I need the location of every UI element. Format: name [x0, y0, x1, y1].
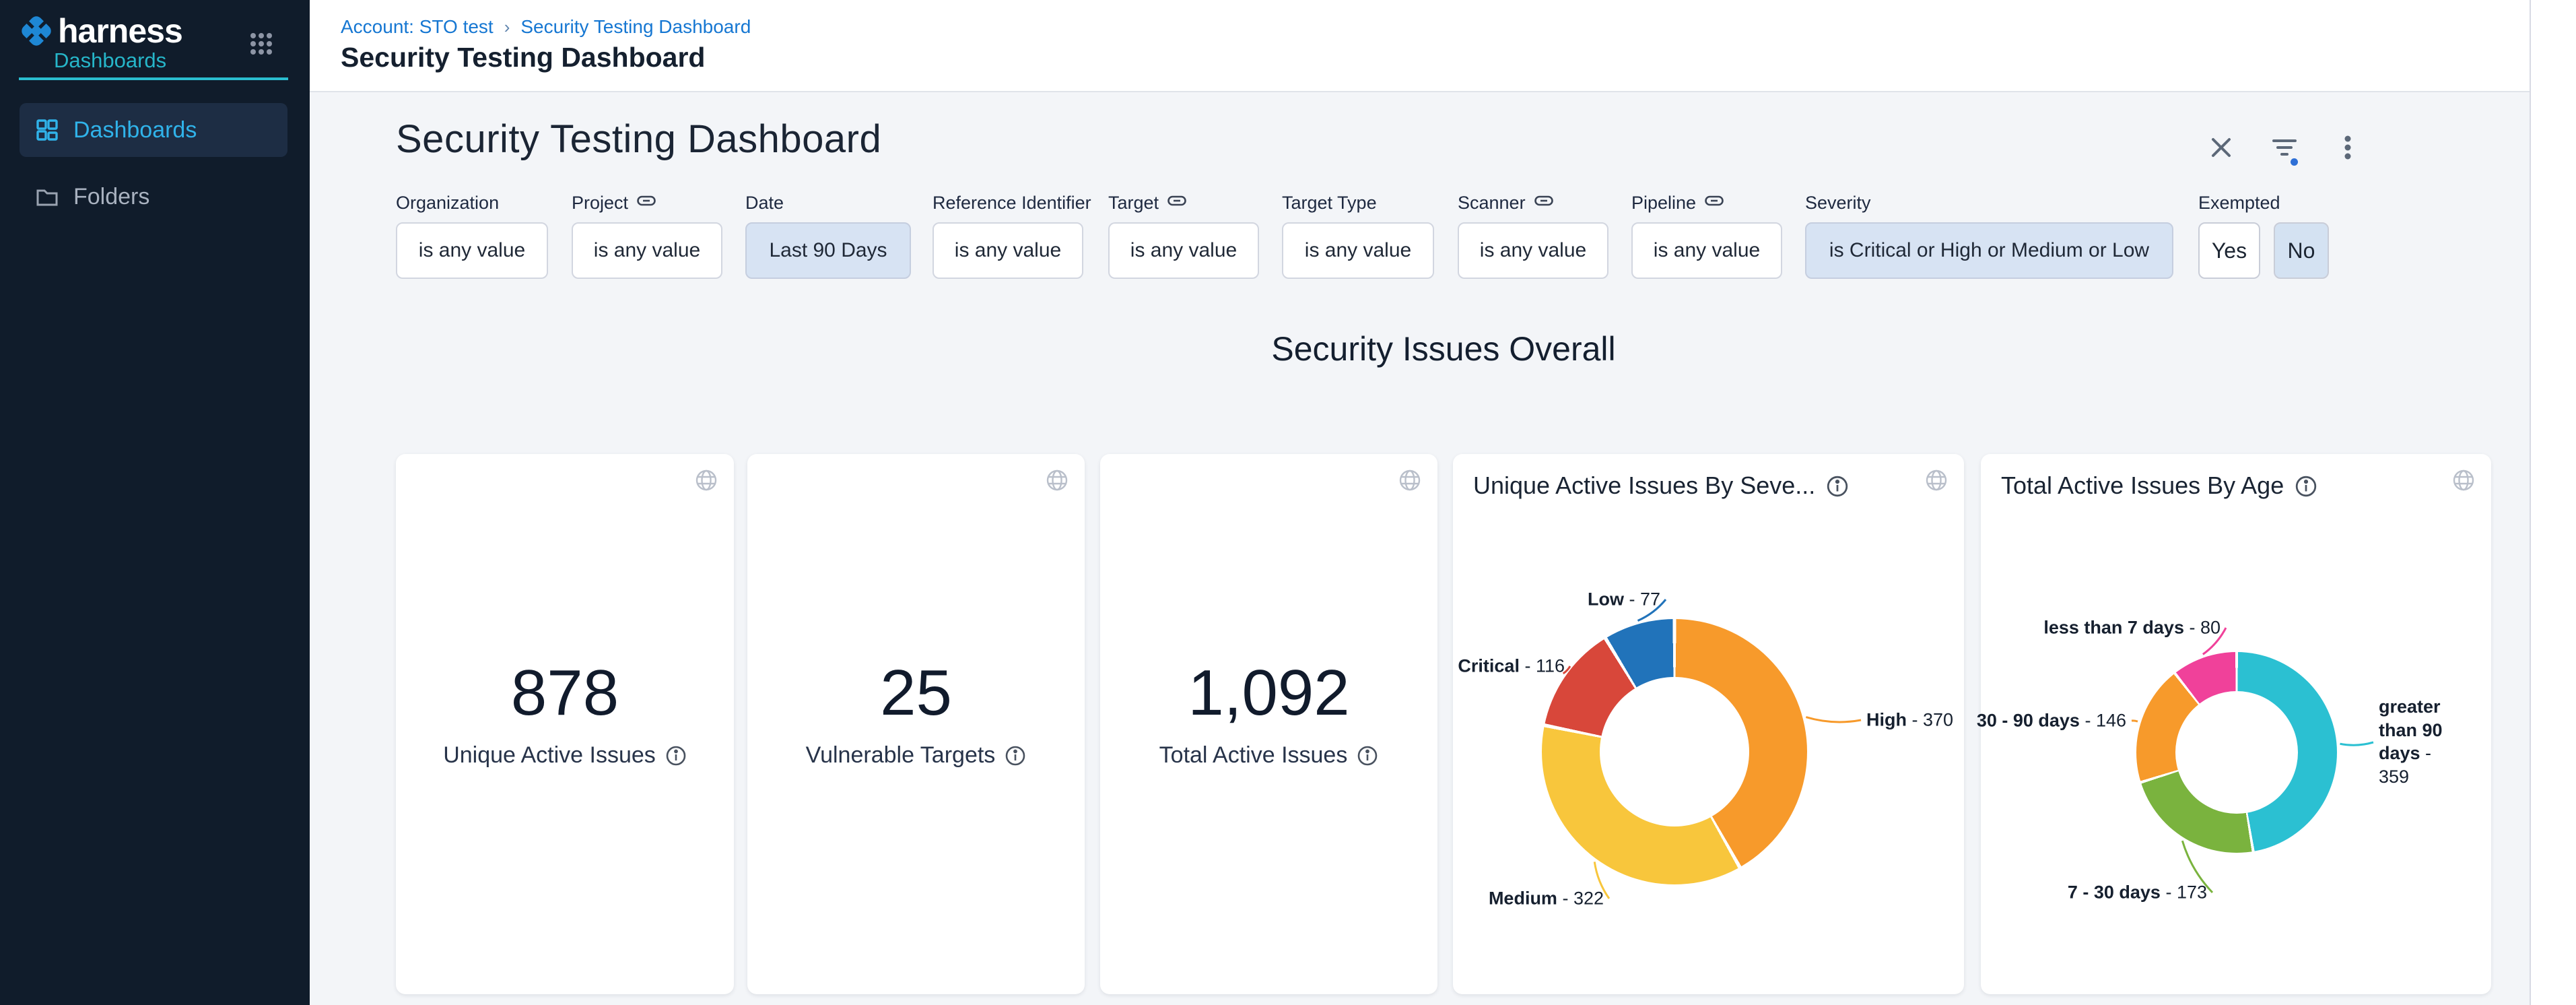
- cursor-dot: [2291, 158, 2298, 166]
- filter-label: Organization: [396, 192, 548, 214]
- stat-label: Unique Active Issues: [443, 742, 656, 769]
- filter-value-dropdown[interactable]: is any value: [396, 222, 548, 279]
- filter-label: Pipeline: [1631, 192, 1782, 214]
- chart-card-issues-by-severity: Unique Active Issues By Seve... High - 3…: [1453, 454, 1964, 994]
- breadcrumb-current-link[interactable]: Security Testing Dashboard: [520, 16, 751, 38]
- stat-label: Total Active Issues: [1159, 742, 1348, 769]
- chevron-right-icon: ›: [504, 17, 510, 38]
- filter-severity: Severity is Critical or High or Medium or…: [1805, 192, 2173, 279]
- filter-pipeline: Pipeline is any value: [1631, 192, 1782, 279]
- exempted-no-button[interactable]: No: [2274, 222, 2329, 279]
- filter-label: Target: [1108, 192, 1259, 214]
- section-title: Security Issues Overall: [396, 329, 2491, 368]
- filter-label: Date: [745, 192, 911, 214]
- header-title: Security Testing Dashboard: [341, 42, 705, 73]
- filter-label: Severity: [1805, 192, 2173, 214]
- link-icon: [1534, 191, 1554, 216]
- donut-slice-label: 7 - 30 days - 173: [2068, 882, 2207, 903]
- filter-value-dropdown[interactable]: Last 90 Days: [745, 222, 911, 279]
- breadcrumb-account-link[interactable]: Account: STO test: [341, 16, 494, 38]
- app-grid-icon[interactable]: [250, 32, 273, 55]
- stat-value: 878: [396, 656, 734, 730]
- close-icon[interactable]: [2208, 134, 2235, 161]
- donut-slice-label: High - 370: [1866, 710, 1953, 731]
- stat-value: 25: [747, 656, 1085, 730]
- sidebar-item-dashboards[interactable]: Dashboards: [20, 103, 287, 157]
- info-icon[interactable]: [1826, 475, 1848, 496]
- sidebar-item-folders[interactable]: Folders: [20, 170, 287, 224]
- stat-card-total-active-issues: 1,092 Total Active Issues: [1100, 454, 1437, 994]
- sidebar-item-label: Folders: [73, 184, 149, 210]
- donut-slice-label: Critical - 116: [1458, 656, 1565, 677]
- donut-hole: [2175, 691, 2298, 814]
- donut-hole: [1600, 677, 1749, 826]
- kebab-menu-icon[interactable]: [2334, 134, 2361, 161]
- filter-scanner: Scanner is any value: [1458, 192, 1608, 279]
- dashboards-icon: [36, 119, 59, 141]
- dashboard-page-title: Security Testing Dashboard: [396, 117, 881, 162]
- sidebar-item-label: Dashboards: [73, 117, 197, 143]
- harness-logo-icon: [19, 13, 54, 48]
- filter-label: Reference Identifier: [933, 192, 1091, 214]
- globe-icon[interactable]: [1398, 469, 1421, 492]
- folder-icon: [36, 185, 59, 208]
- info-icon[interactable]: [665, 745, 687, 767]
- info-icon[interactable]: [1005, 745, 1026, 767]
- info-icon[interactable]: [2295, 475, 2316, 496]
- donut-slice-label: greater than 90 days - 359: [2379, 695, 2460, 788]
- globe-icon[interactable]: [2452, 469, 2475, 492]
- brand-name: harness: [58, 11, 182, 51]
- chart-title: Total Active Issues By Age: [2001, 472, 2284, 500]
- scrollbar-gutter[interactable]: [2530, 0, 2576, 1005]
- module-name: Dashboards: [54, 48, 166, 73]
- stat-card-vulnerable-targets: 25 Vulnerable Targets: [747, 454, 1085, 994]
- globe-icon[interactable]: [1925, 469, 1948, 492]
- filter-project: Project is any value: [572, 192, 722, 279]
- filter-label: Project: [572, 192, 722, 214]
- filter-label: Scanner: [1458, 192, 1608, 214]
- filter-value-dropdown[interactable]: is any value: [1458, 222, 1608, 279]
- globe-icon[interactable]: [1046, 469, 1069, 492]
- donut-slice-label: Medium - 322: [1489, 888, 1604, 909]
- dashboard-content: Security Testing Dashboard Organization i…: [310, 92, 2530, 1005]
- exempted-yes-button[interactable]: Yes: [2198, 222, 2260, 279]
- filter-label: Target Type: [1282, 192, 1434, 214]
- breadcrumb: Account: STO test › Security Testing Das…: [341, 16, 751, 38]
- filter-label: Exempted: [2198, 192, 2329, 214]
- globe-icon[interactable]: [695, 469, 718, 492]
- donut-slice-label: less than 7 days - 80: [2043, 618, 2221, 639]
- filter-value-dropdown[interactable]: is any value: [1108, 222, 1259, 279]
- filter-target-type: Target Type is any value: [1282, 192, 1434, 279]
- donut-slice-label: Low - 77: [1588, 589, 1660, 610]
- filter-value-dropdown[interactable]: is Critical or High or Medium or Low: [1805, 222, 2173, 279]
- page-header: Account: STO test › Security Testing Das…: [310, 0, 2530, 92]
- filter-exempted: Exempted YesNo: [2198, 192, 2329, 279]
- link-icon: [1167, 191, 1187, 216]
- sidebar: harness Dashboards Dashboards: [0, 0, 310, 1005]
- cards-row: 878 Unique Active Issues 25 Vulner: [396, 454, 2491, 994]
- stat-value: 1,092: [1100, 656, 1437, 730]
- stat-card-unique-active-issues: 878 Unique Active Issues: [396, 454, 734, 994]
- filter-value-dropdown[interactable]: is any value: [1282, 222, 1434, 279]
- filter-value-dropdown[interactable]: is any value: [572, 222, 722, 279]
- filter-date: Date Last 90 Days: [745, 192, 911, 279]
- filter-target: Target is any value: [1108, 192, 1259, 279]
- filter-value-dropdown[interactable]: is any value: [933, 222, 1083, 279]
- filter-organization: Organization is any value: [396, 192, 548, 279]
- info-icon[interactable]: [1357, 745, 1378, 767]
- sidebar-divider: [19, 77, 288, 80]
- donut-slice-label: 30 - 90 days - 146: [1977, 711, 2126, 732]
- filter-value-dropdown[interactable]: is any value: [1631, 222, 1782, 279]
- link-icon: [636, 191, 656, 216]
- chart-card-issues-by-age: Total Active Issues By Age greater than …: [1981, 454, 2491, 994]
- chart-title: Unique Active Issues By Seve...: [1473, 472, 1815, 500]
- link-icon: [1704, 191, 1724, 216]
- stat-label: Vulnerable Targets: [806, 742, 996, 769]
- filter-reference-identifier: Reference Identifier is any value: [933, 192, 1091, 279]
- filter-icon[interactable]: [2271, 134, 2298, 161]
